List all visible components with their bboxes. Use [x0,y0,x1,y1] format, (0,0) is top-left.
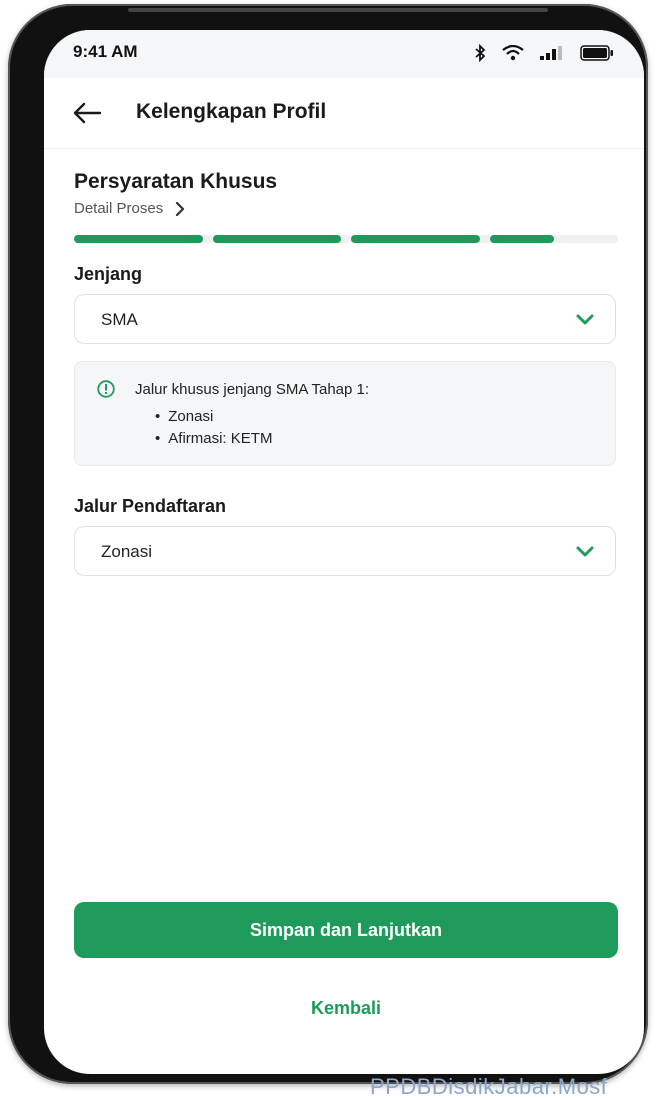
jenjang-select[interactable]: SMA [74,294,616,344]
progress-segment [351,235,480,243]
chevron-right-icon [176,201,185,216]
bluetooth-icon [475,44,486,62]
signal-icon [540,46,562,60]
status-bar: 9:41 AM [44,30,644,78]
phone-frame: 9:41 AM Kelengkapan Profil Persyaratan K… [8,4,648,1084]
progress-bar [74,235,618,243]
detail-proses-label: Detail Proses [74,200,164,217]
info-icon [97,380,115,398]
status-icons [474,44,614,62]
list-item: Afirmasi: KETM [155,428,272,450]
progress-segment [74,235,203,243]
chevron-down-icon [576,314,594,325]
info-box: Jalur khusus jenjang SMA Tahap 1: Zonasi… [74,361,616,466]
section-title: Persyaratan Khusus [74,170,278,193]
list-item: Zonasi [155,406,272,428]
frame-top-edge [128,8,548,12]
progress-segment [212,235,341,243]
arrow-left-icon[interactable] [72,102,102,124]
app-header: Kelengkapan Profil [44,78,644,149]
jalur-label: Jalur Pendaftaran [74,496,227,516]
wifi-icon [502,45,524,61]
jenjang-label: Jenjang [74,264,143,284]
jalur-select[interactable]: Zonasi [74,526,616,576]
watermark: PPDBDisdikJabar.Mosf [370,1074,608,1099]
back-button[interactable]: Kembali [74,988,618,1028]
chevron-down-icon [576,546,594,557]
jalur-value: Zonasi [101,542,153,561]
progress-segment [489,235,554,243]
jenjang-value: SMA [101,310,138,329]
info-title: Jalur khusus jenjang SMA Tahap 1: [135,381,370,398]
page-title: Kelengkapan Profil [136,100,327,123]
save-continue-button[interactable]: Simpan dan Lanjutkan [74,902,618,958]
status-time: 9:41 AM [73,42,138,61]
battery-icon [580,45,613,61]
detail-proses-link[interactable]: Detail Proses [74,200,185,217]
info-list: Zonasi Afirmasi: KETM [155,406,272,450]
phone-screen: 9:41 AM Kelengkapan Profil Persyaratan K… [44,30,644,1074]
